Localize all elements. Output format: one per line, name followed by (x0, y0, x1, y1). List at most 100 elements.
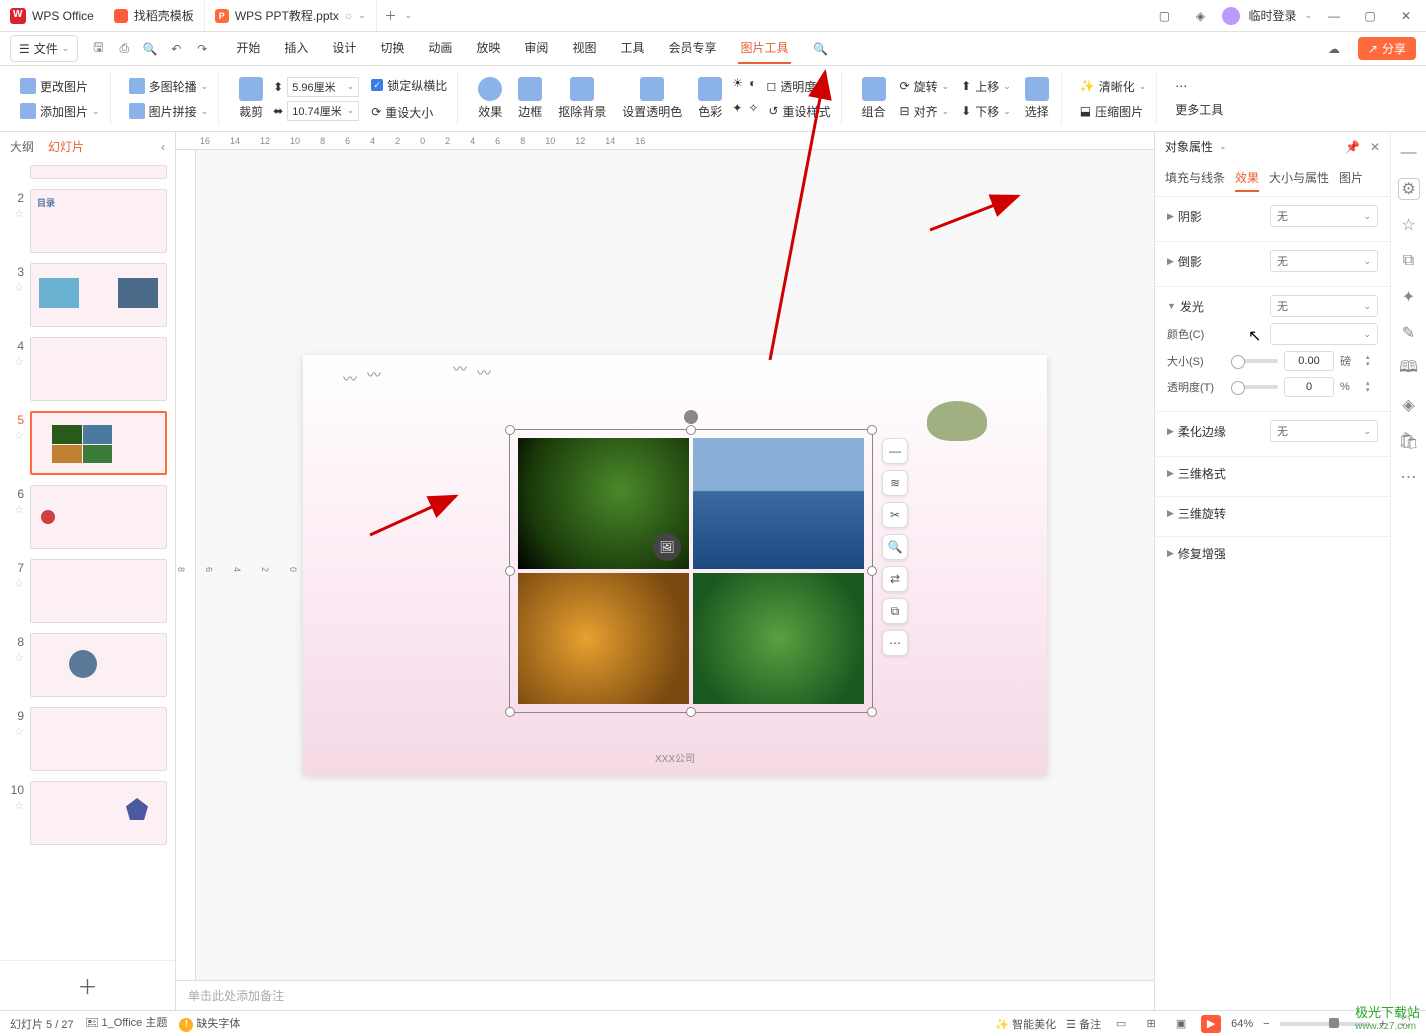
adjust2-icon[interactable]: ✧ (748, 101, 758, 122)
search-icon[interactable]: 🔍 (807, 35, 835, 63)
rotate-handle[interactable] (684, 410, 698, 424)
close-panel-icon[interactable]: ✕ (1370, 140, 1380, 154)
float-crop-icon[interactable]: ✂ (882, 502, 908, 528)
more-icon[interactable]: ⋯ (1398, 466, 1420, 488)
multi-outline-button[interactable]: 多图轮播⌄ (125, 76, 213, 97)
float-replace-icon[interactable]: ⇄ (882, 566, 908, 592)
remove-bg-button[interactable]: 抠除背景 (552, 75, 612, 122)
slide-5[interactable]: 5☆ (8, 411, 167, 475)
collage-image-4[interactable] (693, 573, 864, 704)
notes-input[interactable]: 单击此处添加备注 (176, 980, 1154, 1010)
cloud-icon[interactable]: ☁ (1320, 35, 1348, 63)
avatar-icon[interactable] (1222, 7, 1240, 25)
zoom-out-icon[interactable]: − (1263, 1018, 1269, 1030)
lock-ratio-checkbox[interactable]: ✓锁定纵横比 (367, 75, 451, 96)
store-icon[interactable]: 🛍 (1398, 430, 1420, 452)
save-icon[interactable]: 🖫 (88, 39, 108, 59)
menu-transition[interactable]: 切换 (378, 33, 406, 64)
resize-handle[interactable] (867, 425, 877, 435)
effect-button[interactable]: 效果 (472, 75, 508, 122)
select-button[interactable]: 选择 (1019, 75, 1055, 122)
panel-dropdown-icon[interactable]: ⌄ (1219, 141, 1227, 152)
tab-picture[interactable]: 图片 (1339, 165, 1363, 192)
crop-button[interactable]: 裁剪 (233, 75, 269, 122)
slide-7[interactable]: 7☆ (8, 559, 167, 623)
slide-6[interactable]: 6☆ (8, 485, 167, 549)
resize-handle[interactable] (867, 566, 877, 576)
panel-icon[interactable]: ▢ (1150, 2, 1178, 30)
glow-size-slider[interactable] (1231, 359, 1278, 363)
theme-name[interactable]: 🖭 1_Office 主题 (86, 1014, 168, 1033)
move-down-button[interactable]: ⬇下移⌄ (957, 101, 1015, 122)
slide-2[interactable]: 2☆ 目录 (8, 189, 167, 253)
color-button[interactable]: 色彩 (692, 75, 728, 122)
collapse-icon[interactable]: ▶ (1167, 548, 1174, 559)
float-zoom-icon[interactable]: 🔍 (882, 534, 908, 560)
expand-icon[interactable]: ▼ (1167, 301, 1176, 311)
login-text[interactable]: 临时登录 (1248, 7, 1296, 24)
set-transparent-button[interactable]: 设置透明色 (616, 75, 688, 122)
rotate-button[interactable]: ⟳旋转⌄ (896, 76, 954, 97)
add-image-button[interactable]: 添加图片⌄ (16, 101, 104, 122)
glow-color-select[interactable]: ⌄ (1270, 323, 1378, 345)
adjust-icon[interactable]: ⚙ (1398, 178, 1420, 200)
minimize-button[interactable]: — (1320, 2, 1348, 30)
reset-size-button[interactable]: ⟳重设大小 (367, 102, 451, 123)
star-icon[interactable]: ☆ (8, 355, 24, 368)
resize-handle[interactable] (867, 707, 877, 717)
tab-slides[interactable]: 幻灯片 (48, 138, 84, 155)
undo-icon[interactable]: ↶ (166, 39, 186, 59)
effects-icon[interactable]: ◈ (1398, 394, 1420, 416)
slide-8[interactable]: 8☆ (8, 633, 167, 697)
layout-icon[interactable]: ⧉ (1398, 250, 1420, 272)
collapse-icon[interactable]: ▶ (1167, 508, 1174, 519)
menu-home[interactable]: 开始 (234, 33, 262, 64)
view-sorter-icon[interactable]: ⊞ (1141, 1015, 1161, 1033)
print-icon[interactable]: ⎙ (114, 39, 134, 59)
view-normal-icon[interactable]: ▭ (1111, 1015, 1131, 1033)
resize-handle[interactable] (505, 425, 515, 435)
collage-image-1[interactable]: 🖼 (518, 438, 689, 569)
spinner-icon[interactable]: ▴▾ (1366, 380, 1378, 394)
menu-slideshow[interactable]: 放映 (474, 33, 502, 64)
cube-icon[interactable]: ◈ (1186, 2, 1214, 30)
resize-handle[interactable] (686, 425, 696, 435)
join-image-button[interactable]: 图片拼接⌄ (125, 101, 213, 122)
menu-animation[interactable]: 动画 (426, 33, 454, 64)
menu-insert[interactable]: 插入 (282, 33, 310, 64)
star-icon[interactable]: ☆ (8, 281, 24, 294)
image-collage[interactable]: 🖼 (518, 438, 864, 704)
star-icon[interactable]: ☆ (8, 429, 24, 442)
view-slideshow-icon[interactable]: ▶ (1201, 1015, 1221, 1033)
float-more-icon[interactable]: ⋯ (882, 630, 908, 656)
menu-picture-tools[interactable]: 图片工具 (738, 33, 790, 64)
menu-design[interactable]: 设计 (330, 33, 358, 64)
tab-dropdown-icon[interactable]: ⌄ (358, 10, 366, 21)
brightness-icon[interactable]: ☀ (732, 76, 743, 97)
slide-10[interactable]: 10☆ (8, 781, 167, 845)
add-slide-button[interactable]: ＋ (0, 960, 175, 1010)
tab-outline[interactable]: 大纲 (10, 138, 34, 155)
transparency-button[interactable]: ◻透明度 (762, 76, 820, 97)
width-input[interactable]: 10.74厘米⌄ (287, 101, 359, 121)
shadow-select[interactable]: 无⌄ (1270, 205, 1378, 227)
star-icon[interactable]: ☆ (8, 651, 24, 664)
glow-trans-input[interactable]: 0 (1284, 377, 1334, 397)
contrast-icon[interactable]: ◐ (749, 76, 756, 97)
book-icon[interactable]: 🕮 (1398, 358, 1420, 380)
file-menu[interactable]: ☰ 文件 ⌄ (10, 35, 78, 62)
collapse-icon[interactable]: ▶ (1167, 426, 1174, 437)
resize-handle[interactable] (505, 707, 515, 717)
notes-toggle[interactable]: ☰ 备注 (1066, 1016, 1101, 1032)
zoom-chip-icon[interactable]: 🖼 (653, 533, 681, 561)
wand-icon[interactable]: ✎ (1398, 322, 1420, 344)
adjust1-icon[interactable]: ✦ (732, 101, 742, 122)
slide-9[interactable]: 9☆ (8, 707, 167, 771)
menu-review[interactable]: 审阅 (522, 33, 550, 64)
glow-select[interactable]: 无⌄ (1270, 295, 1378, 317)
more-tools-overflow[interactable]: ⋯ (1171, 77, 1227, 95)
slide-4[interactable]: 4☆ (8, 337, 167, 401)
menu-vip[interactable]: 会员专享 (666, 33, 718, 64)
move-up-button[interactable]: ⬆上移⌄ (957, 76, 1015, 97)
collapse-strip-icon[interactable]: — (1398, 142, 1420, 164)
